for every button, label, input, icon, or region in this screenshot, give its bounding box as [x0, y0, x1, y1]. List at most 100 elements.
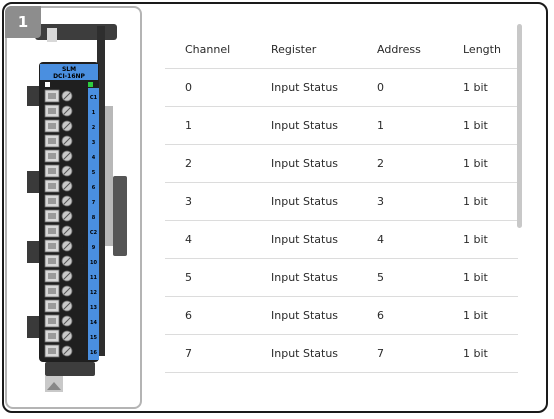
wire-hole-1	[48, 93, 56, 99]
screw-number: 11	[78, 245, 84, 251]
wire-hole-8	[48, 198, 56, 204]
top-clip	[47, 28, 57, 42]
left-tab-2	[27, 171, 41, 193]
screw-number: 18	[78, 350, 84, 356]
wire-hole-17	[48, 333, 56, 339]
wire-hole-7	[48, 183, 56, 189]
side-latch	[113, 176, 127, 256]
wire-hole-13	[48, 273, 56, 279]
table-row[interactable]: 7 Input Status 7 1 bit	[165, 334, 518, 373]
table-row[interactable]: 0 Input Status 0 1 bit	[165, 68, 518, 107]
wire-hole-2	[48, 108, 56, 114]
cell-address: 4	[377, 220, 463, 259]
cell-register: Input Status	[271, 182, 377, 221]
cell-channel: 0	[165, 68, 271, 107]
table-row[interactable]: 4 Input Status 4 1 bit	[165, 220, 518, 259]
wire-hole-14	[48, 288, 56, 294]
table-row[interactable]: 1 Input Status 1 1 bit	[165, 106, 518, 145]
wire-hole-11	[48, 243, 56, 249]
header-channel[interactable]: Channel	[165, 30, 271, 69]
cell-register: Input Status	[271, 220, 377, 259]
cell-address: 5	[377, 258, 463, 297]
status-led-on	[88, 82, 93, 87]
cell-length: 1 bit	[463, 258, 518, 297]
terminal-label: 3	[92, 140, 96, 146]
wire-hole-10	[48, 228, 56, 234]
terminal-label: C1	[90, 95, 98, 101]
terminal-label: 9	[92, 245, 96, 251]
screw-number: 4	[78, 140, 81, 146]
wire-hole-5	[48, 153, 56, 159]
cell-address: 7	[377, 334, 463, 373]
wire-hole-15	[48, 303, 56, 309]
cell-length: 1 bit	[463, 68, 518, 107]
cell-register: Input Status	[271, 258, 377, 297]
wire-hole-12	[48, 258, 56, 264]
cell-register: Input Status	[271, 334, 377, 373]
cell-length: 1 bit	[463, 334, 518, 373]
screw-number: 9	[78, 215, 81, 221]
wire-hole-16	[48, 318, 56, 324]
table-row[interactable]: 5 Input Status 5 1 bit	[165, 258, 518, 297]
wire-hole-18	[48, 348, 56, 354]
register-table: Channel Register Address Length 0 Input …	[165, 30, 518, 373]
terminal-label: 4	[92, 155, 96, 161]
cell-length: 1 bit	[463, 296, 518, 335]
wire-hole-3	[48, 123, 56, 129]
cell-channel: 5	[165, 258, 271, 297]
screw-number: 8	[78, 200, 81, 206]
header-register[interactable]: Register	[271, 30, 377, 69]
screw-number: 7	[78, 185, 81, 191]
wire-hole-4	[48, 138, 56, 144]
terminal-label: 6	[92, 185, 96, 191]
screw-number: 14	[78, 290, 84, 296]
cell-channel: 4	[165, 220, 271, 259]
terminal-label: C2	[90, 230, 98, 236]
left-tab-1	[27, 86, 41, 106]
terminal-label: 5	[92, 170, 96, 176]
cell-address: 0	[377, 68, 463, 107]
screw-number: 10	[78, 230, 84, 236]
cell-length: 1 bit	[463, 106, 518, 145]
terminal-label: 11	[90, 275, 97, 281]
terminal-label: 13	[90, 305, 97, 311]
cell-register: Input Status	[271, 144, 377, 183]
cell-register: Input Status	[271, 296, 377, 335]
screw-number: 1	[78, 95, 81, 101]
cell-length: 1 bit	[463, 220, 518, 259]
cell-address: 2	[377, 144, 463, 183]
terminal-label: 14	[90, 320, 97, 326]
terminal-label: 1	[92, 110, 96, 116]
screw-number: 12	[78, 260, 84, 266]
table-row[interactable]: 6 Input Status 6 1 bit	[165, 296, 518, 335]
cell-channel: 7	[165, 334, 271, 373]
wire-hole-6	[48, 168, 56, 174]
io-module-illustration: SLM DCI-16NP 1 C12 13 24 35 46 57 68 79 810 C211 91…	[27, 24, 127, 392]
header-length[interactable]: Length	[463, 30, 518, 69]
side-plate	[105, 106, 113, 246]
screw-number: 6	[78, 170, 81, 176]
screw-number: 15	[78, 305, 84, 311]
cell-channel: 2	[165, 144, 271, 183]
cell-channel: 6	[165, 296, 271, 335]
terminal-label: 12	[90, 290, 97, 296]
header-address[interactable]: Address	[377, 30, 463, 69]
table-header-row: Channel Register Address Length	[165, 30, 518, 69]
terminal-label: 8	[92, 215, 96, 221]
status-led-off	[45, 82, 50, 87]
cell-length: 1 bit	[463, 182, 518, 221]
cell-address: 1	[377, 106, 463, 145]
cell-address: 6	[377, 296, 463, 335]
cell-channel: 1	[165, 106, 271, 145]
screw-number: 13	[78, 275, 84, 281]
table-row[interactable]: 2 Input Status 2 1 bit	[165, 144, 518, 183]
terminal-label: 16	[90, 350, 97, 356]
module-brand: SLM	[62, 66, 76, 73]
cell-channel: 3	[165, 182, 271, 221]
bottom-foot	[45, 362, 95, 376]
cell-length: 1 bit	[463, 144, 518, 183]
module-number-badge: 1	[5, 6, 41, 38]
table-row[interactable]: 3 Input Status 3 1 bit	[165, 182, 518, 221]
table-scrollbar[interactable]	[517, 24, 522, 228]
screw-number: 17	[78, 335, 84, 341]
